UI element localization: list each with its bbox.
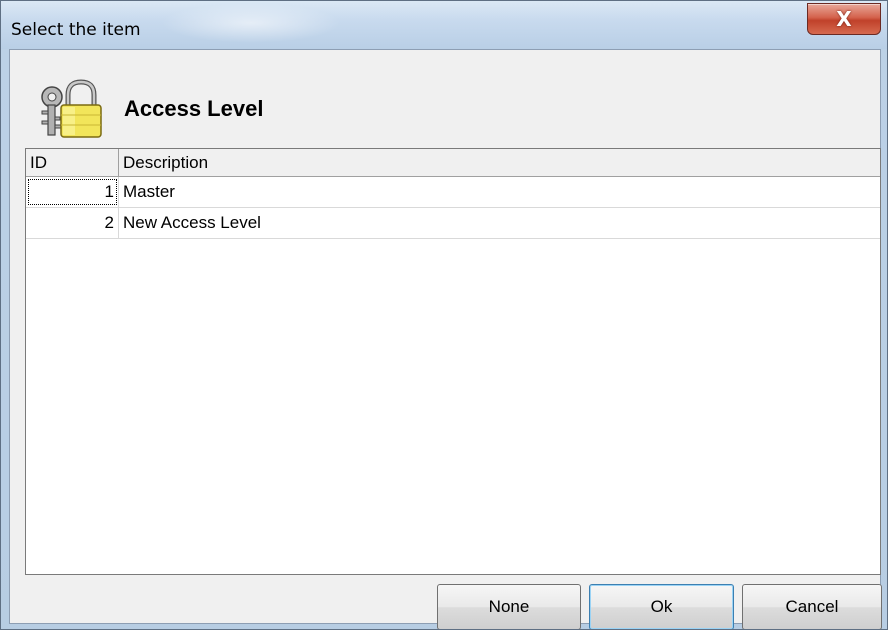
row-description-cell[interactable]: New Access Level [119,208,880,238]
none-button[interactable]: None [437,584,581,629]
close-icon: X [836,7,852,31]
row-id-cell[interactable]: 2 [26,208,119,238]
close-button[interactable]: X [807,3,881,35]
column-header-description[interactable]: Description [119,149,880,176]
row-description-cell[interactable]: Master [119,177,880,207]
items-grid[interactable]: ID Description 1 Master 2 New Access Lev… [25,148,881,575]
cancel-button[interactable]: Cancel [742,584,882,629]
table-row[interactable]: 2 New Access Level [26,208,880,239]
grid-rows: 1 Master 2 New Access Level [26,177,880,239]
dialog-window: Select the item X Access Level ID Descri… [0,0,888,630]
grid-header: ID Description [26,149,880,177]
title-bar[interactable]: Select the item X [1,1,887,49]
ok-button[interactable]: Ok [589,584,734,629]
background-strip [0,630,888,637]
dialog-heading: Access Level [124,96,264,121]
row-id-cell[interactable]: 1 [26,177,119,207]
dialog-header: Access Level [10,50,880,150]
lock-with-keys-icon [41,79,102,138]
window-title: Select the item [11,20,141,40]
column-header-id[interactable]: ID [26,149,119,176]
dialog-client-area: Access Level ID Description 1 Master 2 N… [9,49,882,629]
table-row[interactable]: 1 Master [26,177,880,208]
